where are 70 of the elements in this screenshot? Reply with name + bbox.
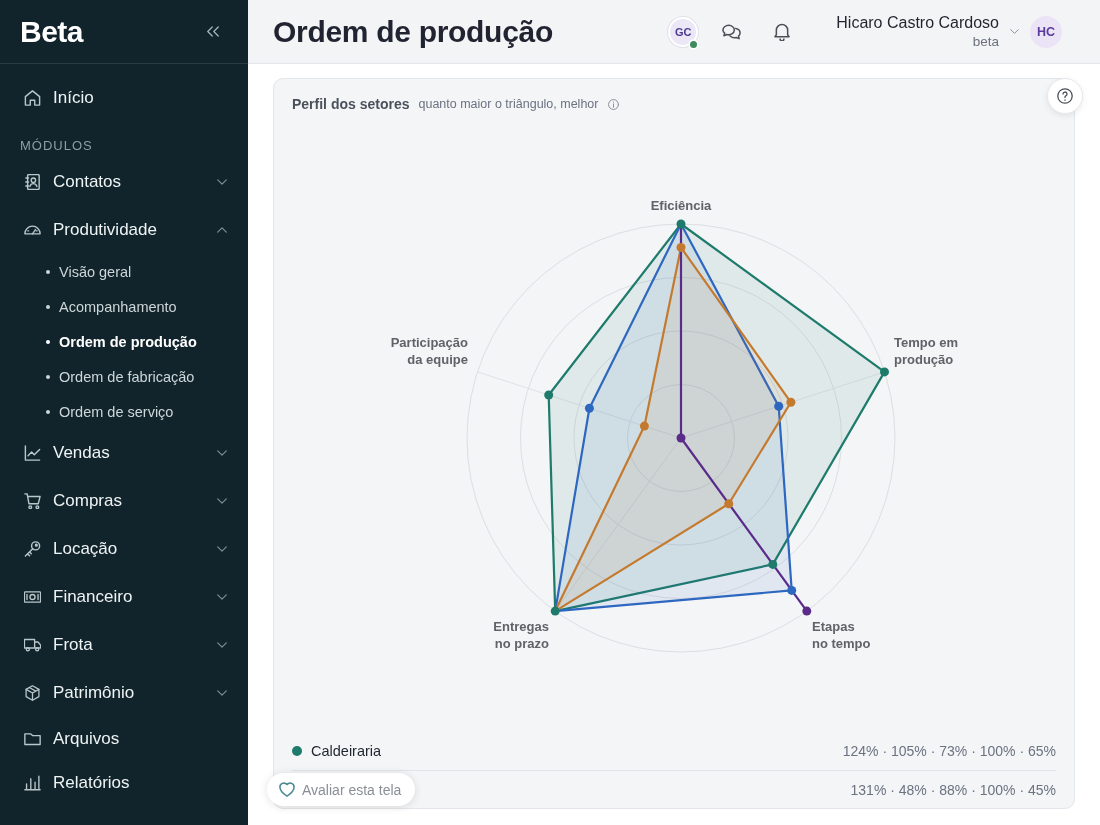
logo: Beta xyxy=(20,14,84,49)
sidebar-item[interactable]: Vendas xyxy=(0,429,248,477)
banknote-icon xyxy=(24,589,41,605)
notification-bell-icon[interactable] xyxy=(774,22,791,41)
sidebar-item[interactable]: Contatos xyxy=(0,158,248,206)
card-title: Perfil dos setores xyxy=(292,96,410,112)
sidebar-item[interactable]: Frota xyxy=(0,621,248,669)
sidebar-item[interactable]: Arquivos xyxy=(0,717,248,761)
collapse-sidebar-icon[interactable] xyxy=(207,26,219,37)
sidebar-subitem[interactable]: Ordem de fabricação xyxy=(0,359,248,394)
contact-book-icon xyxy=(24,174,41,190)
radar-point xyxy=(544,390,554,400)
series-name: Caldeiraria xyxy=(311,743,382,759)
help-button[interactable] xyxy=(1047,78,1083,114)
section-label: MÓDULOS xyxy=(19,137,94,155)
avatar[interactable]: GC xyxy=(668,16,699,47)
cart-icon xyxy=(24,493,41,509)
card-subtitle: quanto maior o triângulo, melhor xyxy=(418,97,599,111)
sidebar-subitem[interactable]: Visão geral xyxy=(0,254,248,289)
series-values: 124% · 105% · 73% · 100% · 65% xyxy=(842,743,1056,759)
sidebar-item[interactable]: Financeiro xyxy=(0,573,248,621)
sidebar-item[interactable]: Produtividade xyxy=(0,206,248,254)
sidebar-item[interactable]: Compras xyxy=(0,477,248,525)
sidebar-subitem[interactable]: Ordem de produção xyxy=(0,324,248,359)
chat-icon[interactable] xyxy=(722,23,742,40)
radar-point xyxy=(786,397,796,407)
radar-point xyxy=(802,606,812,616)
info-icon[interactable] xyxy=(608,98,620,110)
heart-icon xyxy=(279,782,295,797)
axis-label: Etapas no tempo xyxy=(812,618,871,652)
bullet-icon xyxy=(46,339,50,344)
sidebar-item[interactable]: Relatórios xyxy=(0,761,248,805)
radar-point xyxy=(639,421,649,431)
sidebar-item[interactable]: Locação xyxy=(0,525,248,573)
axis-label: Eficiência xyxy=(650,197,712,214)
radar-point xyxy=(724,499,734,509)
gauge-icon xyxy=(24,222,41,238)
radar-point xyxy=(880,367,889,377)
axis-label: Entregas no prazo xyxy=(493,618,549,652)
radar-point xyxy=(676,433,686,443)
radar-point xyxy=(550,606,560,616)
bullet-icon xyxy=(46,374,50,379)
bullet-icon xyxy=(46,269,50,274)
radar-point xyxy=(676,219,686,229)
series-values: 131% · 48% · 88% · 100% · 45% xyxy=(850,781,1056,798)
sidebar-subitem[interactable]: Ordem de serviço xyxy=(0,394,248,429)
user-role: beta xyxy=(972,33,999,50)
axis-label: Participação da equipe xyxy=(390,334,468,368)
radar-point xyxy=(774,401,784,411)
radar-point xyxy=(584,403,594,413)
radar-point xyxy=(787,585,797,595)
box-icon xyxy=(24,685,41,701)
bullet-icon xyxy=(46,304,50,309)
page-title: Ordem de produção xyxy=(273,14,554,49)
line-chart-icon xyxy=(24,445,41,461)
help-icon xyxy=(1057,88,1073,104)
user-name: Hicaro Castro Cardoso xyxy=(836,13,999,33)
key-icon xyxy=(24,541,41,557)
axis-label: Tempo em produção xyxy=(894,334,959,368)
sidebar-item[interactable]: Início xyxy=(0,76,248,120)
truck-icon xyxy=(24,637,41,653)
bullet-icon xyxy=(46,409,50,414)
house-icon xyxy=(24,90,41,106)
radar-point xyxy=(768,559,778,569)
bar-chart-icon xyxy=(24,775,41,791)
radar-point xyxy=(676,243,686,252)
user-avatar[interactable]: HC xyxy=(1030,15,1062,48)
folder-icon xyxy=(24,731,41,747)
sidebar-subitem[interactable]: Acompanhamento xyxy=(0,289,248,324)
sidebar-item[interactable]: Patrimônio xyxy=(0,669,248,717)
